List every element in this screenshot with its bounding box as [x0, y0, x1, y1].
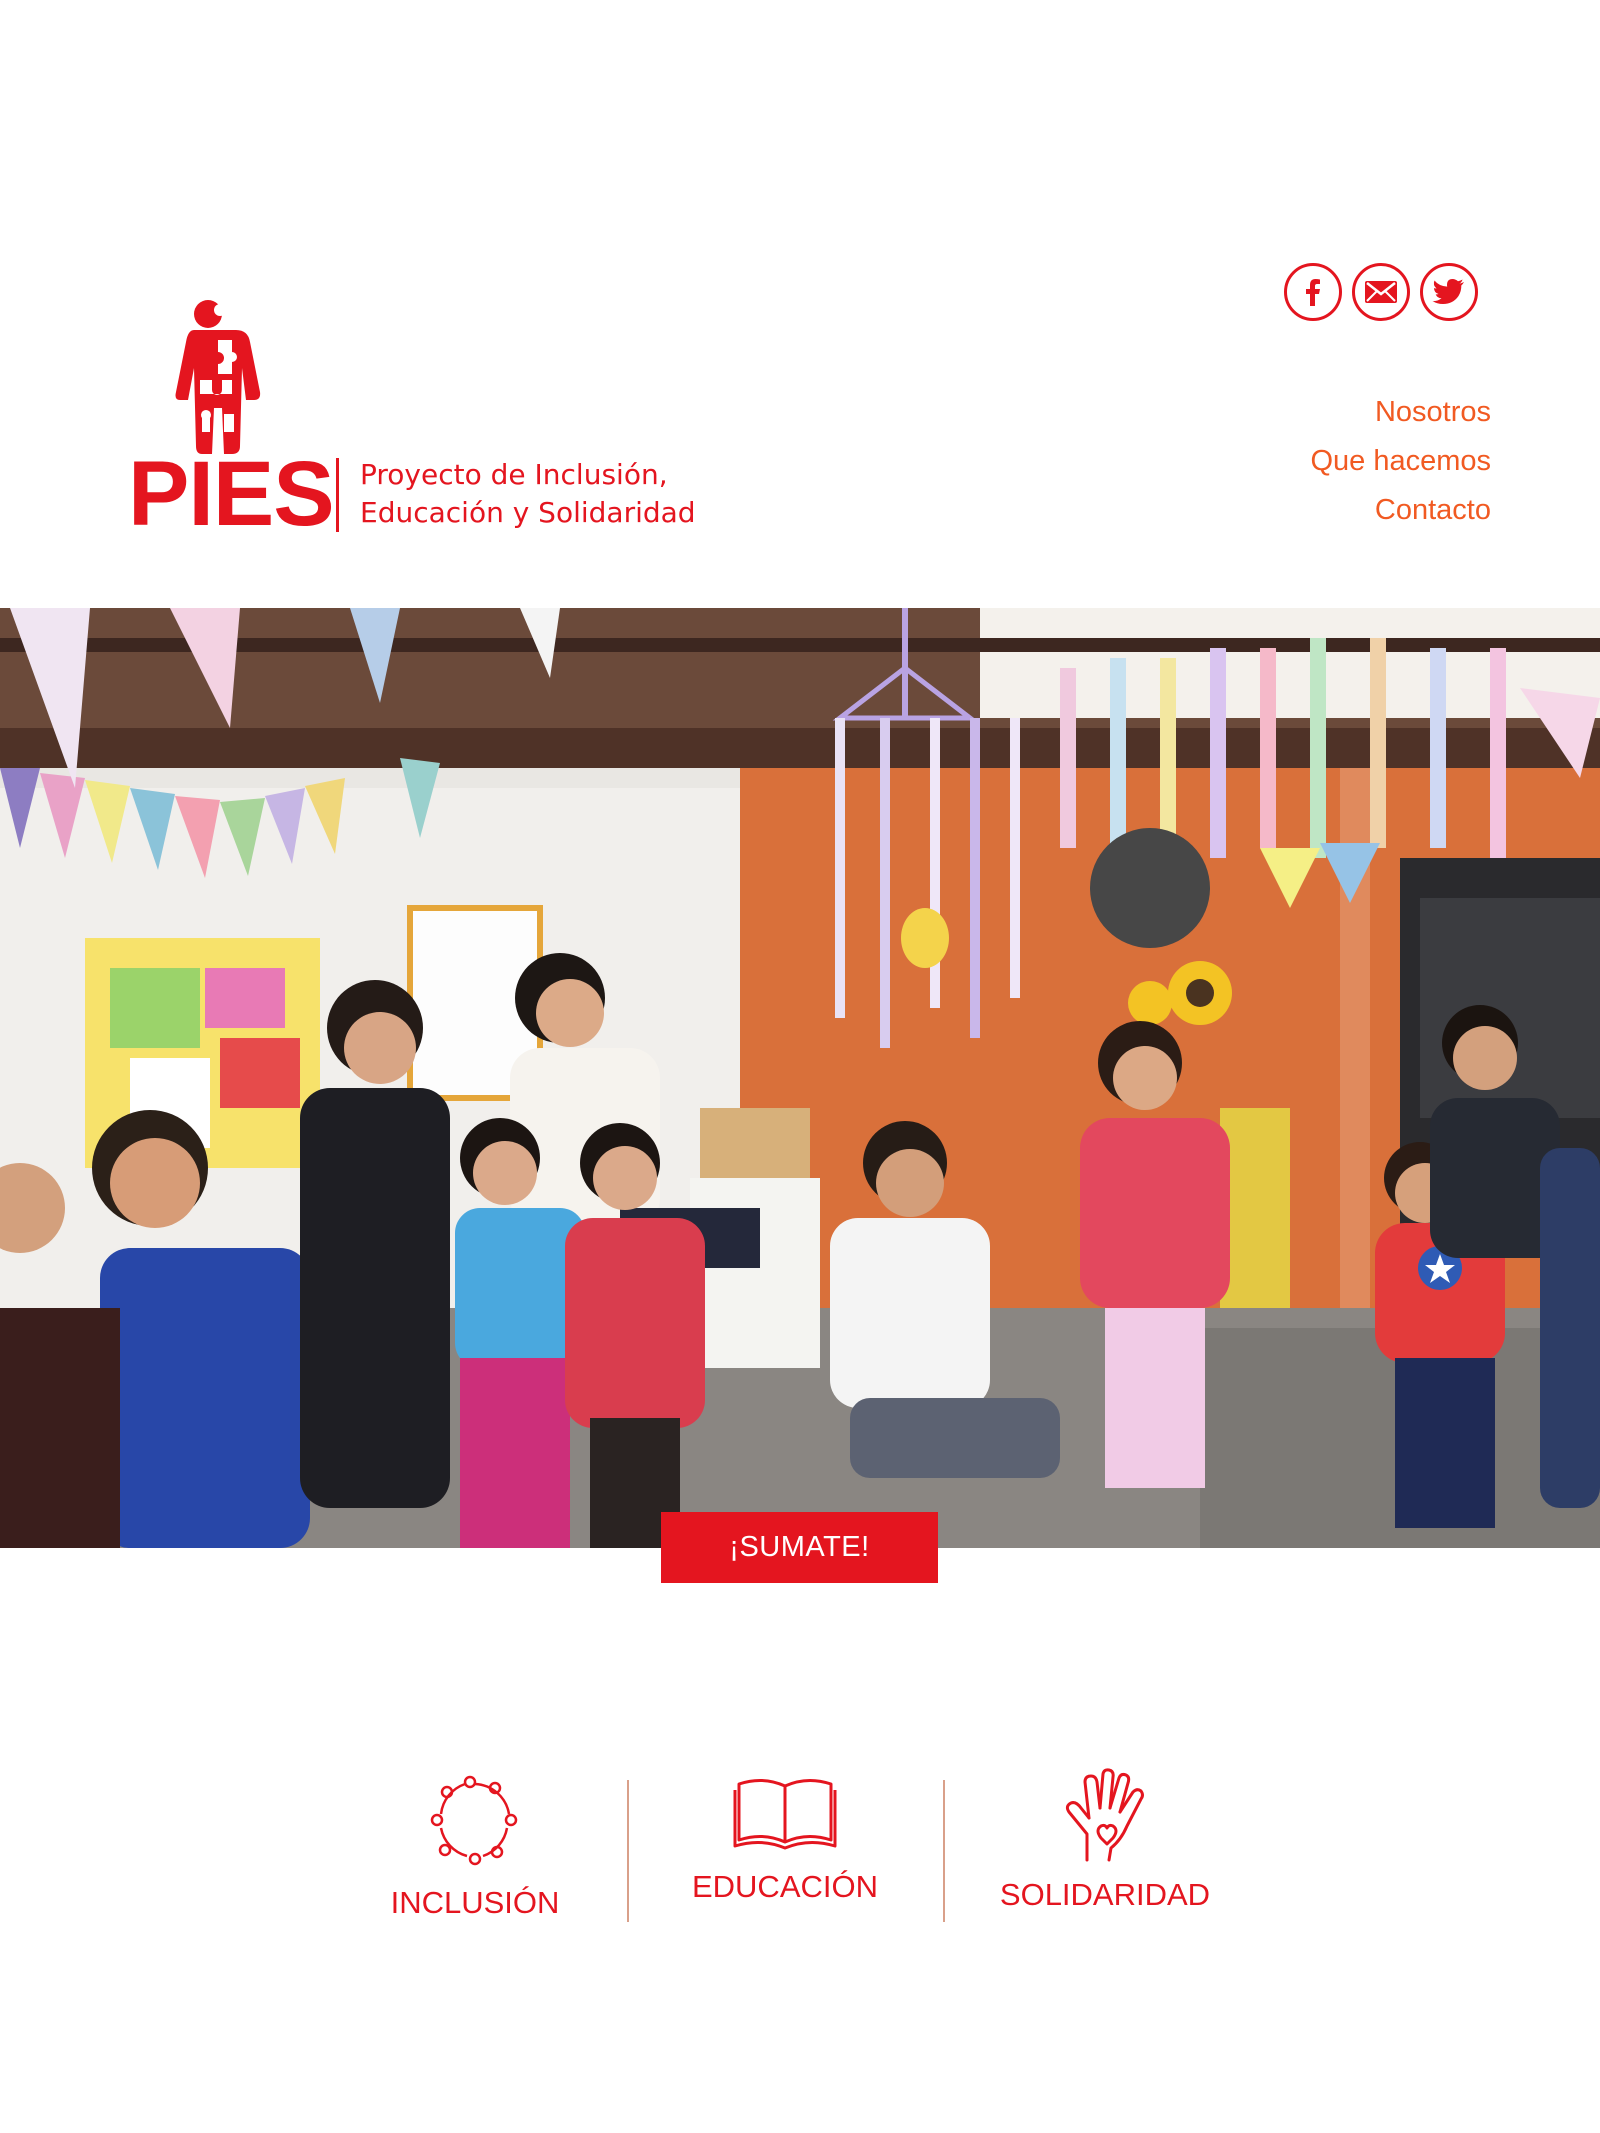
main-nav: Nosotros Que hacemos Contacto — [1310, 388, 1491, 535]
tagline-line-1: Proyecto de Inclusión, — [360, 458, 668, 491]
pies-logo-figure — [174, 296, 264, 454]
social-links — [1284, 263, 1478, 321]
pillar-educacion[interactable]: EDUCACIÓN — [665, 1770, 905, 1905]
pillar-label-inclusion: INCLUSIÓN — [390, 1885, 560, 1920]
email-button[interactable] — [1352, 263, 1410, 321]
logo-divider — [336, 458, 339, 532]
logo-wordmark: PIES — [128, 443, 335, 545]
facebook-icon — [1306, 279, 1320, 306]
pillar-label-educacion: EDUCACIÓN — [691, 1869, 878, 1904]
pillar-label-solidaridad: SOLIDARIDAD — [999, 1877, 1211, 1912]
nav-que-hacemos[interactable]: Que hacemos — [1310, 437, 1491, 486]
hero-photo — [0, 608, 1600, 1548]
logo-tagline: Proyecto de Inclusión, Educación y Solid… — [360, 456, 696, 532]
tagline-line-2: Educación y Solidaridad — [360, 496, 696, 529]
classroom-photo — [0, 608, 1600, 1548]
open-book-icon — [733, 1779, 837, 1850]
helping-hand-heart-icon — [1065, 1768, 1144, 1862]
pillar-inclusion[interactable]: INCLUSIÓN — [360, 1770, 590, 1921]
puzzle-person-icon — [175, 300, 261, 454]
twitter-icon — [1432, 279, 1464, 304]
nav-contacto[interactable]: Contacto — [1310, 486, 1491, 535]
pillar-divider — [627, 1780, 629, 1922]
facebook-button[interactable] — [1284, 263, 1342, 321]
email-icon — [1365, 281, 1397, 303]
sumate-button[interactable]: ¡SUMATE! — [661, 1512, 938, 1583]
pillar-solidaridad[interactable]: SOLIDARIDAD — [980, 1768, 1230, 1913]
pillar-divider — [943, 1780, 945, 1922]
twitter-button[interactable] — [1420, 263, 1478, 321]
nav-nosotros[interactable]: Nosotros — [1310, 388, 1491, 437]
circle-of-people-icon — [430, 1775, 518, 1866]
